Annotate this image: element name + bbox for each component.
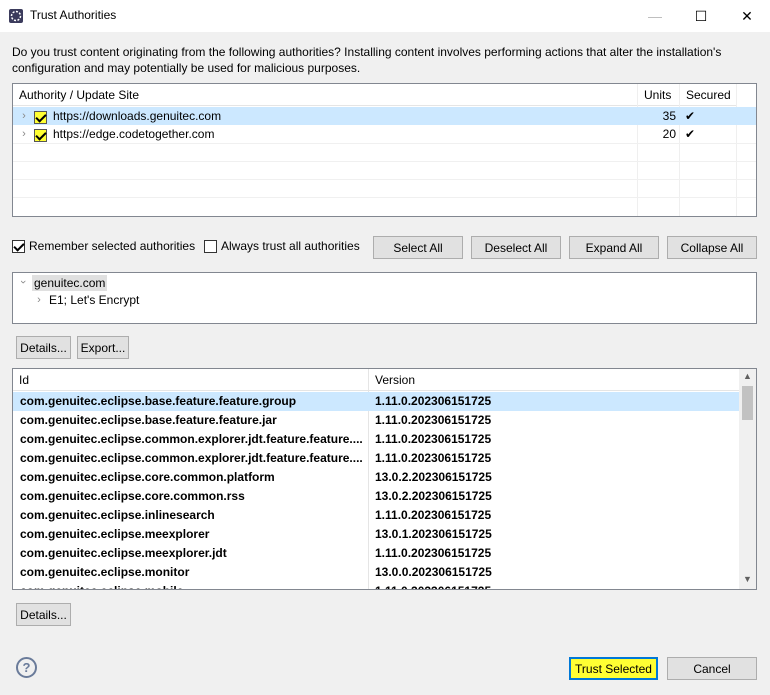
close-button[interactable]: ✕ <box>724 0 770 32</box>
select-all-button[interactable]: Select All <box>373 236 463 259</box>
chevron-right-icon[interactable]: › <box>18 107 30 125</box>
table-row[interactable]: com.genuitec.eclipse.meexplorer 13.0.1.20… <box>13 525 739 544</box>
unit-id: com.genuitec.eclipse.common.explorer.jdt… <box>20 432 363 446</box>
table-row[interactable]: com.genuitec.eclipse.core.common.platfor… <box>13 468 739 487</box>
table-row[interactable]: com.genuitec.eclipse.mobile 1.11.0.202306… <box>13 582 739 589</box>
unit-version: 1.11.0.202306151725 <box>375 432 492 446</box>
unit-version: 13.0.2.202306151725 <box>375 470 492 484</box>
table-row[interactable]: › https://edge.codetogether.com 20 ✔ <box>13 125 756 143</box>
cert-child[interactable]: E1; Let's Encrypt <box>49 293 139 307</box>
unit-id: com.genuitec.eclipse.inlinesearch <box>20 508 215 522</box>
vertical-scrollbar[interactable]: ▲ ▼ <box>739 369 756 589</box>
remember-checkbox[interactable] <box>12 239 25 253</box>
unit-id: com.genuitec.eclipse.meexplorer.jdt <box>20 546 227 560</box>
unit-id: com.genuitec.eclipse.core.common.platfor… <box>20 470 275 484</box>
authority-site: https://edge.codetogether.com <box>53 127 215 141</box>
unit-id: com.genuitec.eclipse.core.common.rss <box>20 489 245 503</box>
scroll-down-icon[interactable]: ▼ <box>741 574 754 586</box>
table-row[interactable]: com.genuitec.eclipse.base.feature.featur… <box>13 392 739 411</box>
authority-site: https://downloads.genuitec.com <box>53 109 222 123</box>
unit-version: 13.0.0.202306151725 <box>375 565 492 579</box>
col-id[interactable]: Id <box>13 369 369 391</box>
details-button-2[interactable]: Details... <box>16 603 71 626</box>
table-row[interactable]: › https://downloads.genuitec.com 35 ✔ <box>13 107 756 125</box>
remember-authorities-option[interactable]: Remember selected authorities <box>12 239 195 253</box>
expand-all-button[interactable]: Expand All <box>569 236 659 259</box>
table-row[interactable]: com.genuitec.eclipse.core.common.rss 13.0… <box>13 487 739 506</box>
details-button[interactable]: Details... <box>16 336 71 359</box>
chevron-right-icon[interactable]: › <box>18 125 30 143</box>
minimize-button[interactable]: — <box>632 0 678 32</box>
secured-check-icon: ✔ <box>685 127 696 141</box>
cancel-button[interactable]: Cancel <box>667 657 757 680</box>
export-button[interactable]: Export... <box>77 336 129 359</box>
authority-checkbox[interactable] <box>34 129 47 142</box>
unit-id: com.genuitec.eclipse.monitor <box>20 565 190 579</box>
unit-version: 13.0.2.202306151725 <box>375 489 492 503</box>
unit-version: 1.11.0.202306151725 <box>375 413 492 427</box>
unit-version: 1.11.0.202306151725 <box>375 546 492 560</box>
deselect-all-button[interactable]: Deselect All <box>471 236 561 259</box>
unit-version: 1.11.0.202306151725 <box>375 508 492 522</box>
col-secured[interactable]: Secured <box>680 84 737 106</box>
table-row[interactable]: com.genuitec.eclipse.meexplorer.jdt 1.11.… <box>13 544 739 563</box>
authority-units: 20 <box>662 127 676 141</box>
units-table[interactable]: Id Version com.genuitec.eclipse.base.fea… <box>12 368 757 590</box>
unit-version: 1.11.0.202306151725 <box>375 582 491 589</box>
authorities-table[interactable]: Authority / Update Site Units Secured › … <box>12 83 757 217</box>
certificate-tree[interactable]: › genuitec.com › E1; Let's Encrypt <box>12 272 757 324</box>
always-trust-checkbox[interactable] <box>204 239 217 253</box>
unit-version: 1.11.0.202306151725 <box>375 394 492 408</box>
maximize-button[interactable]: ☐ <box>678 0 724 32</box>
unit-id: com.genuitec.eclipse.meexplorer <box>20 527 210 541</box>
table-row[interactable]: com.genuitec.eclipse.monitor 13.0.0.20230… <box>13 563 739 582</box>
table-row[interactable]: com.genuitec.eclipse.common.explorer.jdt… <box>13 449 739 468</box>
trust-selected-button[interactable]: Trust Selected <box>569 657 658 680</box>
app-icon <box>9 9 23 23</box>
remember-label: Remember selected authorities <box>29 239 196 253</box>
window-title: Trust Authorities <box>30 8 117 22</box>
unit-id: com.genuitec.eclipse.base.feature.featur… <box>20 413 277 427</box>
chevron-right-icon[interactable]: › <box>33 294 45 306</box>
collapse-all-button[interactable]: Collapse All <box>667 236 757 259</box>
chevron-down-icon[interactable]: › <box>17 276 29 288</box>
col-units[interactable]: Units <box>638 84 680 106</box>
table-row[interactable]: com.genuitec.eclipse.inlinesearch 1.11.0.… <box>13 506 739 525</box>
unit-id: com.genuitec.eclipse.common.explorer.jdt… <box>20 451 363 465</box>
always-trust-label: Always trust all authorities <box>221 239 360 253</box>
unit-id: com.genuitec.eclipse.mobile <box>20 582 365 589</box>
intro-text: Do you trust content originating from th… <box>12 45 722 75</box>
table-row[interactable]: com.genuitec.eclipse.base.feature.featur… <box>13 411 739 430</box>
authority-units: 35 <box>662 109 676 123</box>
unit-id: com.genuitec.eclipse.base.feature.featur… <box>20 394 297 408</box>
col-authority[interactable]: Authority / Update Site <box>13 84 638 106</box>
unit-version: 13.0.1.202306151725 <box>375 527 492 541</box>
always-trust-option[interactable]: Always trust all authorities <box>204 239 360 253</box>
cert-root[interactable]: genuitec.com <box>32 275 108 291</box>
help-icon[interactable]: ? <box>16 657 37 678</box>
authority-checkbox[interactable] <box>34 111 47 124</box>
scroll-thumb[interactable] <box>742 386 753 420</box>
secured-check-icon: ✔ <box>685 109 696 123</box>
table-row[interactable]: com.genuitec.eclipse.common.explorer.jdt… <box>13 430 739 449</box>
scroll-up-icon[interactable]: ▲ <box>741 371 754 383</box>
unit-version: 1.11.0.202306151725 <box>375 451 492 465</box>
col-version[interactable]: Version <box>369 369 740 391</box>
